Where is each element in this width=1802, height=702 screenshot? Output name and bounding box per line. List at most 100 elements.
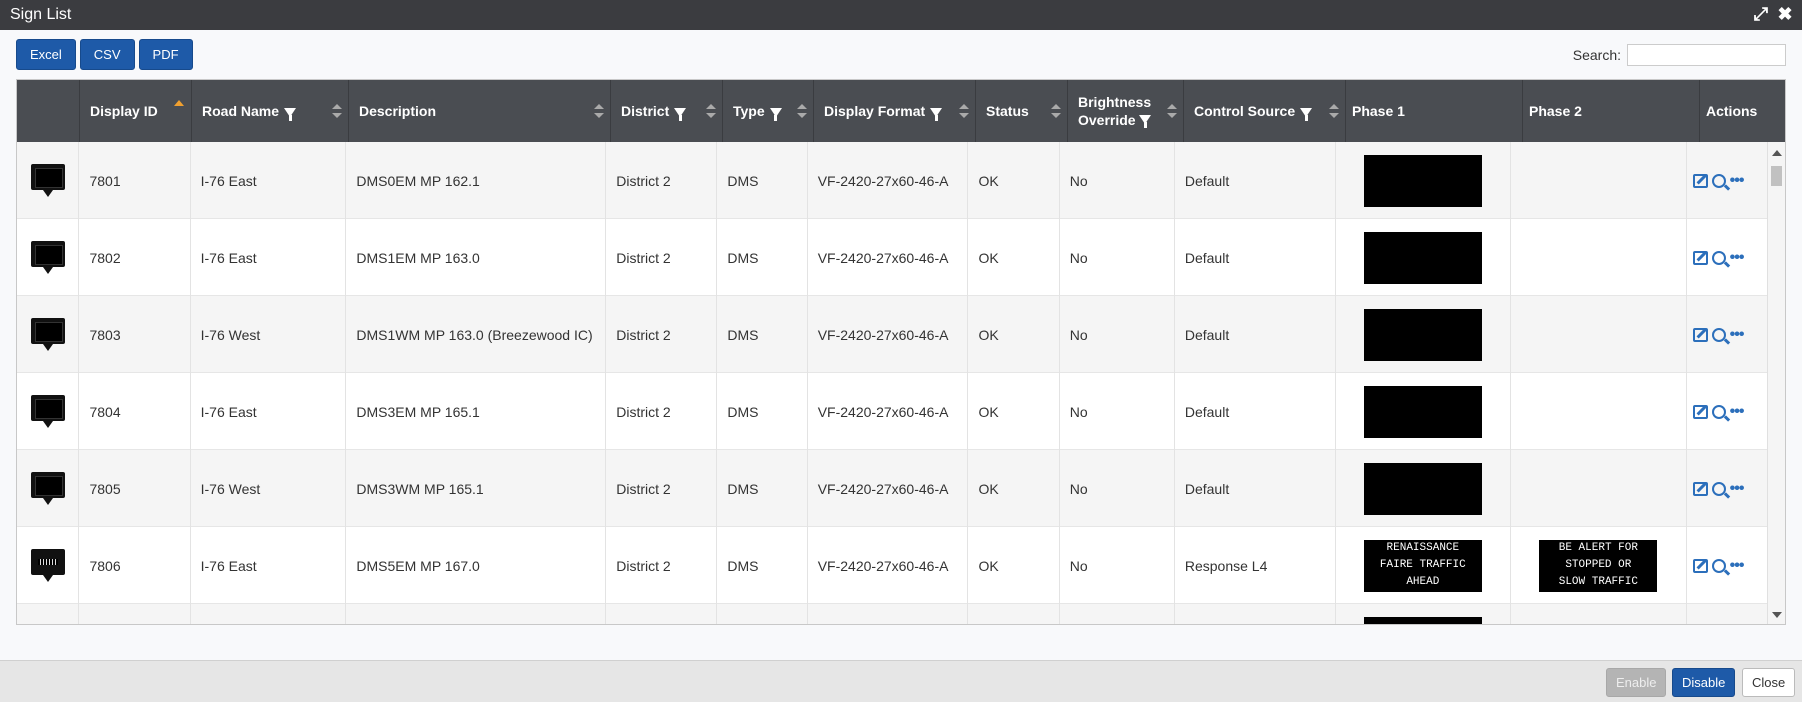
edit-icon[interactable] [1692, 173, 1708, 188]
disable-button[interactable]: Disable [1672, 668, 1736, 697]
col-header-display-format[interactable]: Display Format [814, 80, 976, 142]
road-name-cell: I-76 East [191, 527, 347, 604]
phase-1-cell [1336, 296, 1512, 373]
export-csv-button[interactable]: CSV [79, 39, 135, 70]
sign-icon-cell [17, 527, 80, 604]
search-input[interactable] [1627, 44, 1786, 66]
scroll-up-icon[interactable] [1772, 150, 1782, 156]
sort-icon[interactable] [797, 104, 807, 118]
actions-cell [1687, 604, 1769, 624]
close-button[interactable]: Close [1742, 668, 1796, 697]
row-actions: ••• [1692, 249, 1745, 265]
brightness-override-cell-text: No [1069, 249, 1088, 266]
phase-1-sign-preview: RENAISSANCE FAIRE TRAFFIC AHEAD [1363, 539, 1482, 592]
col-header-label: Phase 1 [1352, 103, 1405, 119]
sign-message-line: FAIRE TRAFFIC [1379, 559, 1466, 571]
more-options-icon[interactable]: ••• [1730, 480, 1745, 496]
more-options-icon[interactable]: ••• [1730, 403, 1745, 419]
sort-icon[interactable] [959, 104, 969, 118]
table-header: Display ID Road Name Description Distric… [17, 80, 1785, 142]
scroll-thumb[interactable] [1771, 166, 1782, 186]
dms-blank-icon [30, 317, 65, 352]
control-source-cell-text: Default [1184, 172, 1230, 189]
edit-icon[interactable] [1692, 327, 1708, 342]
filter-icon[interactable] [1139, 115, 1151, 128]
description-cell: DMS1WM MP 163.0 (Breezewood IC) [346, 296, 607, 373]
table-row[interactable]: 7806 I-76 East DMS5EM MP 167.0 District 2 DM… [17, 527, 1769, 604]
phase-1-cell: RENAISSANCE FAIRE TRAFFIC AHEAD [1336, 527, 1512, 604]
type-cell: DMS [717, 296, 808, 373]
scroll-down-icon[interactable] [1772, 612, 1782, 618]
vertical-scrollbar[interactable] [1767, 142, 1785, 624]
dialog-title: Sign List [10, 6, 72, 23]
brightness-override-cell [1060, 604, 1175, 624]
phase-1-sign-preview [1363, 462, 1482, 515]
more-options-icon[interactable]: ••• [1730, 557, 1745, 573]
description-cell-text: DMS3EM MP 165.1 [356, 403, 480, 420]
status-cell: OK [968, 142, 1060, 219]
zoom-icon[interactable] [1711, 173, 1726, 188]
district-cell: District 2 [606, 373, 718, 450]
actions-cell: ••• [1687, 142, 1769, 219]
table-row[interactable]: 7804 I-76 East DMS3EM MP 165.1 District 2 DM… [17, 373, 1769, 450]
table-row[interactable]: 7803 I-76 West DMS1WM MP 163.0 (Breezewood… [17, 296, 1769, 373]
district-cell-text: District 2 [616, 557, 671, 574]
maximize-icon[interactable]: ⤢ [1752, 4, 1770, 24]
status-cell-text: OK [978, 480, 999, 497]
zoom-icon[interactable] [1711, 558, 1726, 573]
table-row[interactable] [17, 604, 1769, 624]
export-excel-button[interactable]: Excel [16, 39, 76, 70]
district-cell [606, 604, 718, 624]
export-pdf-button[interactable]: PDF [138, 39, 193, 70]
sort-icon[interactable] [594, 104, 604, 118]
enable-button[interactable]: Enable [1606, 668, 1667, 697]
more-options-icon[interactable]: ••• [1730, 326, 1745, 342]
road-name-cell-text: I-76 East [200, 172, 257, 189]
edit-icon[interactable] [1692, 404, 1708, 419]
close-icon[interactable]: ✖ [1776, 4, 1794, 24]
filter-icon[interactable] [674, 107, 687, 121]
filter-icon[interactable] [1300, 107, 1313, 121]
col-header-description[interactable]: Description [349, 80, 611, 142]
phase-1-cell [1336, 604, 1512, 624]
col-header-brightness-override[interactable]: Brightness Override [1068, 80, 1184, 142]
zoom-icon[interactable] [1711, 404, 1726, 419]
edit-icon[interactable] [1692, 250, 1708, 265]
col-header-control-source[interactable]: Control Source [1184, 80, 1346, 142]
zoom-icon[interactable] [1711, 481, 1726, 496]
display-id-cell-text: 7806 [89, 557, 121, 574]
brightness-override-cell: No [1060, 219, 1175, 296]
sort-icon[interactable] [1051, 104, 1061, 118]
display-id-cell-text: 7805 [89, 480, 121, 497]
edit-icon[interactable] [1692, 481, 1708, 496]
filter-icon[interactable] [284, 107, 297, 121]
more-options-icon[interactable]: ••• [1730, 172, 1745, 188]
road-name-cell: I-76 East [191, 219, 347, 296]
zoom-icon[interactable] [1711, 250, 1726, 265]
description-cell-text: DMS5EM MP 167.0 [356, 557, 480, 574]
phase-1-sign-preview [1363, 616, 1482, 624]
table-row[interactable]: 7805 I-76 West DMS3WM MP 165.1 District 2 DM… [17, 450, 1769, 527]
sort-icon[interactable] [332, 104, 342, 118]
table-row[interactable]: 7802 I-76 East DMS1EM MP 163.0 District 2 DM… [17, 219, 1769, 296]
sign-message-line: AHEAD [1406, 576, 1440, 588]
display-id-cell [79, 604, 191, 624]
zoom-icon[interactable] [1711, 327, 1726, 342]
sort-icon[interactable] [706, 104, 716, 118]
col-header-status[interactable]: Status [976, 80, 1068, 142]
type-cell-text: DMS [727, 403, 759, 420]
col-header-display-id[interactable]: Display ID [80, 80, 192, 142]
filter-icon[interactable] [769, 107, 782, 121]
col-header-district[interactable]: District [611, 80, 723, 142]
district-cell-text: District 2 [616, 326, 671, 343]
table-row[interactable]: 7801 I-76 East DMS0EM MP 162.1 District 2 DM… [17, 142, 1769, 219]
sort-icon[interactable] [1329, 104, 1339, 118]
row-actions: ••• [1692, 557, 1745, 573]
edit-icon[interactable] [1692, 558, 1708, 573]
sort-icon[interactable] [1167, 104, 1177, 118]
district-cell-text: District 2 [616, 172, 671, 189]
more-options-icon[interactable]: ••• [1730, 249, 1745, 265]
col-header-type[interactable]: Type [723, 80, 814, 142]
filter-icon[interactable] [930, 107, 943, 121]
col-header-road-name[interactable]: Road Name [192, 80, 349, 142]
